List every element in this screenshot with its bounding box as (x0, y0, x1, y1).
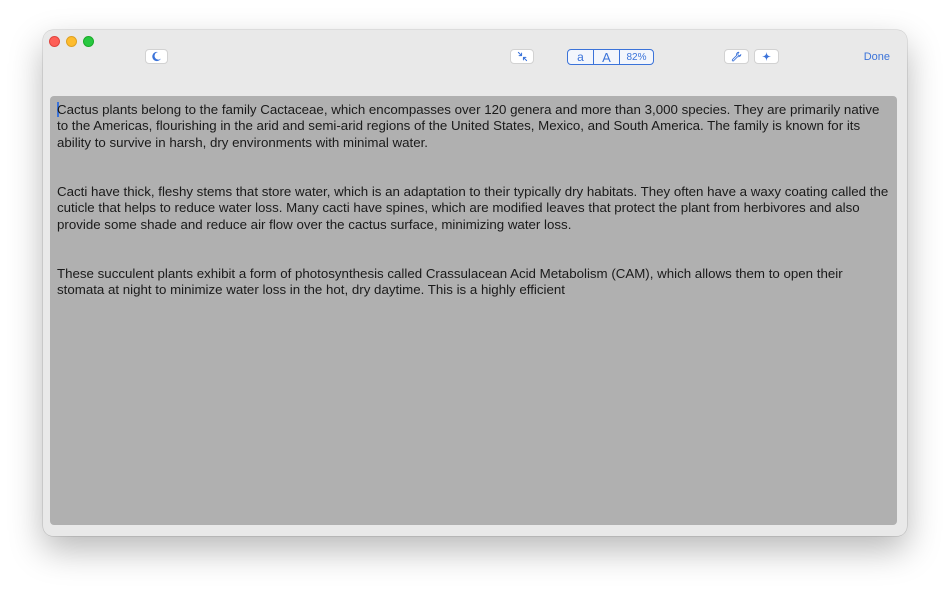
collapse-button[interactable] (510, 49, 534, 64)
wrench-icon (731, 51, 742, 62)
app-window: a A 82% Done Cactus plants belong to the… (43, 30, 907, 536)
paragraph-text: Cactus plants belong to the family Cacta… (57, 102, 880, 150)
maximize-window-button[interactable] (83, 36, 94, 47)
paragraph: Cacti have thick, fleshy stems that stor… (57, 184, 889, 232)
paragraph: Cactus plants belong to the family Cacta… (57, 102, 890, 151)
moon-icon (152, 51, 161, 62)
paragraph: These succulent plants exhibit a form of… (57, 266, 843, 298)
plus-icon (761, 51, 772, 62)
window-controls (49, 36, 97, 47)
add-button[interactable] (754, 49, 779, 64)
arrows-collapse-icon (517, 51, 527, 62)
theme-toggle-button[interactable] (145, 49, 168, 64)
font-size-control: a A 82% (567, 49, 654, 65)
done-button[interactable]: Done (864, 51, 890, 63)
tools-button[interactable] (724, 49, 749, 64)
increase-font-button[interactable]: A (594, 50, 620, 64)
zoom-level[interactable]: 82% (620, 50, 653, 64)
decrease-font-button[interactable]: a (568, 50, 594, 64)
text-editor[interactable]: Cactus plants belong to the family Cacta… (50, 96, 897, 525)
minimize-window-button[interactable] (66, 36, 77, 47)
close-window-button[interactable] (49, 36, 60, 47)
